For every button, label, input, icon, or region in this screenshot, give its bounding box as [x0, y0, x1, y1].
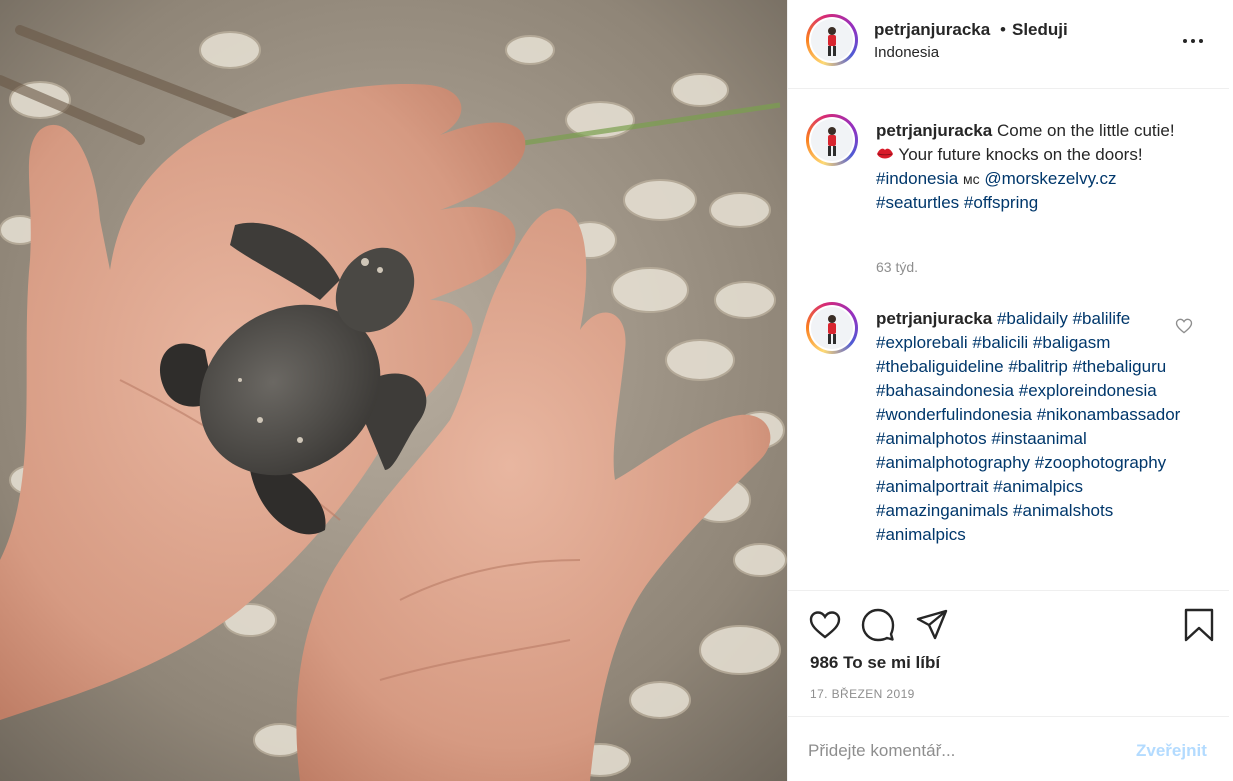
more-options-icon-dot — [1191, 39, 1195, 43]
caption-text-start: Come on the little cutie! — [996, 121, 1175, 140]
bookmark-icon[interactable] — [1181, 607, 1217, 643]
comment-item: petrjanjuracka #balidaily #balilife #exp… — [788, 302, 1229, 589]
heart-outline-icon[interactable] — [1174, 316, 1194, 336]
hashtag-link[interactable]: #baligasm — [1033, 333, 1111, 352]
post-date[interactable]: 17. BŘEZEN 2019 — [810, 687, 915, 701]
hashtag-link[interactable]: #animalphotography — [876, 453, 1030, 472]
hashtag-link[interactable]: #wonderfulindonesia — [876, 405, 1032, 424]
hashtag-link[interactable]: #animalphotos — [876, 429, 987, 448]
hashtag-link[interactable]: #zoophotography — [1035, 453, 1166, 472]
comment-bubble-icon[interactable] — [860, 607, 896, 643]
post-photo[interactable] — [0, 0, 787, 781]
post-side-panel: petrjanjuracka • Sleduji Indonesia petrj… — [787, 0, 1229, 781]
hashtag-link[interactable]: #thebaliguru — [1073, 357, 1167, 376]
hashtag-link[interactable]: #offspring — [964, 193, 1038, 212]
hashtag-link[interactable]: #thebaliguideline — [876, 357, 1004, 376]
caption-text: petrjanjuracka Come on the little cutie!… — [876, 119, 1186, 215]
comment-username-link[interactable]: petrjanjuracka — [876, 309, 992, 328]
hashtag-link[interactable]: #animalshots — [1013, 501, 1113, 520]
comments-list[interactable]: petrjanjuracka Come on the little cutie!… — [788, 89, 1229, 589]
post-actions: 986 To se mi líbí 17. BŘEZEN 2019 — [788, 590, 1229, 717]
hashtag-link[interactable]: #animalportrait — [876, 477, 988, 496]
post-comment-button[interactable]: Zveřejnit — [1136, 741, 1207, 761]
hashtag-link[interactable]: #seaturtles — [876, 193, 959, 212]
avatar-person-icon — [811, 19, 853, 61]
caption-username-link[interactable]: petrjanjuracka — [876, 121, 992, 140]
hashtag-link[interactable]: #nikonambassador — [1037, 405, 1181, 424]
mention-link[interactable]: @morskezelvy.cz — [984, 169, 1116, 188]
caption-item: petrjanjuracka Come on the little cutie!… — [788, 114, 1229, 284]
post-header: petrjanjuracka • Sleduji Indonesia — [788, 0, 1229, 89]
instagram-post-view: petrjanjuracka • Sleduji Indonesia petrj… — [0, 0, 1233, 781]
header-separator: • — [1000, 20, 1006, 39]
comment-text: petrjanjuracka #balidaily #balilife #exp… — [876, 307, 1186, 547]
hashtag-link[interactable]: #balicili — [972, 333, 1028, 352]
location-link[interactable]: Indonesia — [874, 44, 939, 61]
more-options-icon-dot — [1199, 39, 1203, 43]
hashtag-link[interactable]: #bahasaindonesia — [876, 381, 1014, 400]
header-username-link[interactable]: petrjanjuracka — [874, 20, 990, 40]
avatar-person-icon — [811, 119, 853, 161]
caption-avatar[interactable] — [806, 114, 858, 166]
following-button[interactable]: Sleduji — [1012, 20, 1068, 40]
caption-timestamp[interactable]: 63 týd. — [876, 259, 918, 275]
hashtag-link[interactable]: #amazinganimals — [876, 501, 1008, 520]
hashtag-link[interactable]: #exploreindonesia — [1019, 381, 1157, 400]
photo-turtle-in-hands — [0, 0, 787, 781]
hashtag-link[interactable]: #instaanimal — [991, 429, 1086, 448]
comment-avatar[interactable] — [806, 302, 858, 354]
kiss-lips-icon — [877, 148, 893, 159]
avatar[interactable] — [806, 14, 858, 66]
caption-text-mc: мс — [962, 171, 980, 187]
caption-text-end: Your future knocks on the doors! — [898, 145, 1143, 164]
hashtag-link[interactable]: #animalpics — [876, 525, 966, 544]
hashtag-link[interactable]: #animalpics — [993, 477, 1083, 496]
more-options-button[interactable] — [1180, 30, 1210, 50]
more-options-icon — [1183, 39, 1187, 43]
hashtag-link[interactable]: #indonesia — [876, 169, 958, 188]
avatar-person-icon — [811, 307, 853, 349]
paper-plane-icon[interactable] — [914, 607, 950, 643]
hashtag-link[interactable]: #balitrip — [1008, 357, 1068, 376]
hashtag-link[interactable]: #balidaily — [997, 309, 1068, 328]
add-comment-form: Zveřejnit — [788, 716, 1229, 781]
comment-input[interactable] — [808, 739, 1108, 763]
heart-icon[interactable] — [807, 607, 843, 643]
likes-count[interactable]: 986 To se mi líbí — [810, 653, 940, 673]
hashtag-link[interactable]: #balilife — [1073, 309, 1131, 328]
hashtag-link[interactable]: #explorebali — [876, 333, 968, 352]
